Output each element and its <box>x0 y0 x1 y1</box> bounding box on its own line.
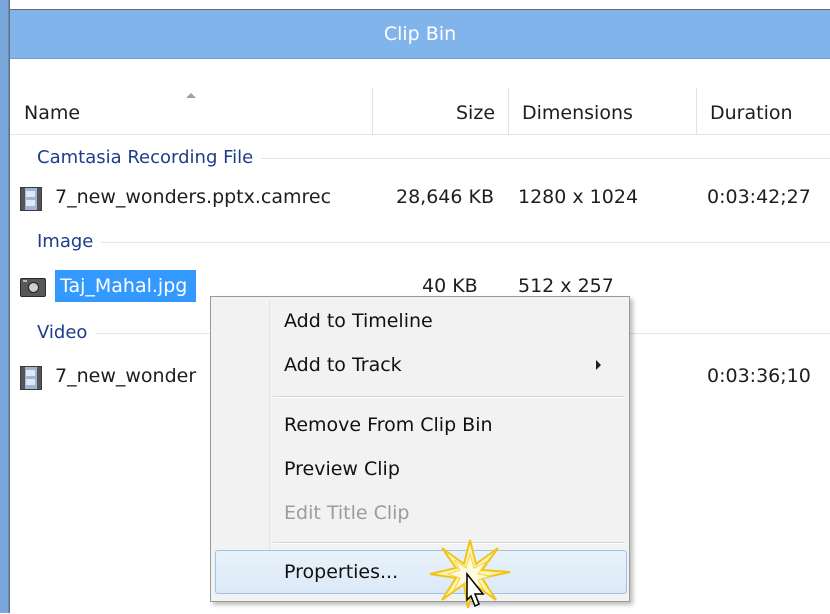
menu-item-label: Remove From Clip Bin <box>284 414 493 436</box>
context-menu: Add to Timeline Add to Track Remove From… <box>210 296 630 602</box>
camera-icon <box>20 278 46 297</box>
mouse-pointer-icon <box>466 572 485 608</box>
group-label: Video <box>37 316 96 350</box>
list-item[interactable]: 7_new_wonders.pptx.camrec 28,646 KB 1280… <box>10 177 830 217</box>
group-header-image: Image <box>10 225 830 259</box>
film-icon <box>20 187 42 211</box>
menu-item-properties[interactable]: Properties... <box>215 550 627 594</box>
file-size: 28,646 KB <box>396 186 495 208</box>
file-duration: 0:03:42;27 <box>707 186 811 208</box>
menu-separator <box>273 396 625 397</box>
menu-item-label: Add to Timeline <box>284 310 433 332</box>
menu-item-preview-clip[interactable]: Preview Clip <box>215 447 625 491</box>
clip-bin-title-bar[interactable]: Clip Bin <box>10 9 830 59</box>
menu-item-label: Preview Clip <box>284 458 400 480</box>
column-header-duration[interactable]: Duration <box>710 88 793 134</box>
column-header-dimensions[interactable]: Dimensions <box>522 88 633 134</box>
column-divider[interactable] <box>508 88 509 134</box>
file-dimensions: 1280 x 1024 <box>518 186 639 208</box>
file-name: 7_new_wonder <box>55 365 197 387</box>
group-divider-line <box>37 242 830 243</box>
menu-item-edit-title-clip: Edit Title Clip <box>215 491 625 535</box>
menu-item-label: Edit Title Clip <box>284 502 410 524</box>
column-header-name[interactable]: Name <box>24 88 80 134</box>
clip-bin-window: Clip Bin Name Size Dimensions Duration C… <box>0 0 830 613</box>
menu-item-add-to-track[interactable]: Add to Track <box>215 343 625 387</box>
submenu-arrow-icon <box>596 360 601 370</box>
window-left-border <box>0 0 10 613</box>
menu-item-label: Add to Track <box>284 354 402 376</box>
file-name-selected[interactable]: Taj_Mahal.jpg <box>55 270 197 302</box>
file-duration: 0:03:36;10 <box>707 365 811 387</box>
group-header-camtasia-recording: Camtasia Recording File <box>10 141 830 175</box>
film-icon <box>20 366 42 390</box>
group-label: Camtasia Recording File <box>37 141 262 175</box>
column-divider[interactable] <box>696 88 697 134</box>
column-divider[interactable] <box>372 88 373 134</box>
sort-ascending-icon <box>186 93 196 98</box>
file-name: 7_new_wonders.pptx.camrec <box>55 186 332 208</box>
window-title: Clip Bin <box>383 23 457 45</box>
menu-item-add-to-timeline[interactable]: Add to Timeline <box>215 299 625 343</box>
menu-item-label: Properties... <box>284 561 399 583</box>
column-header-size[interactable]: Size <box>456 88 495 134</box>
group-label: Image <box>37 225 102 259</box>
menu-item-remove-from-clip-bin[interactable]: Remove From Clip Bin <box>215 403 625 447</box>
column-header-row: Name Size Dimensions Duration <box>10 88 830 135</box>
